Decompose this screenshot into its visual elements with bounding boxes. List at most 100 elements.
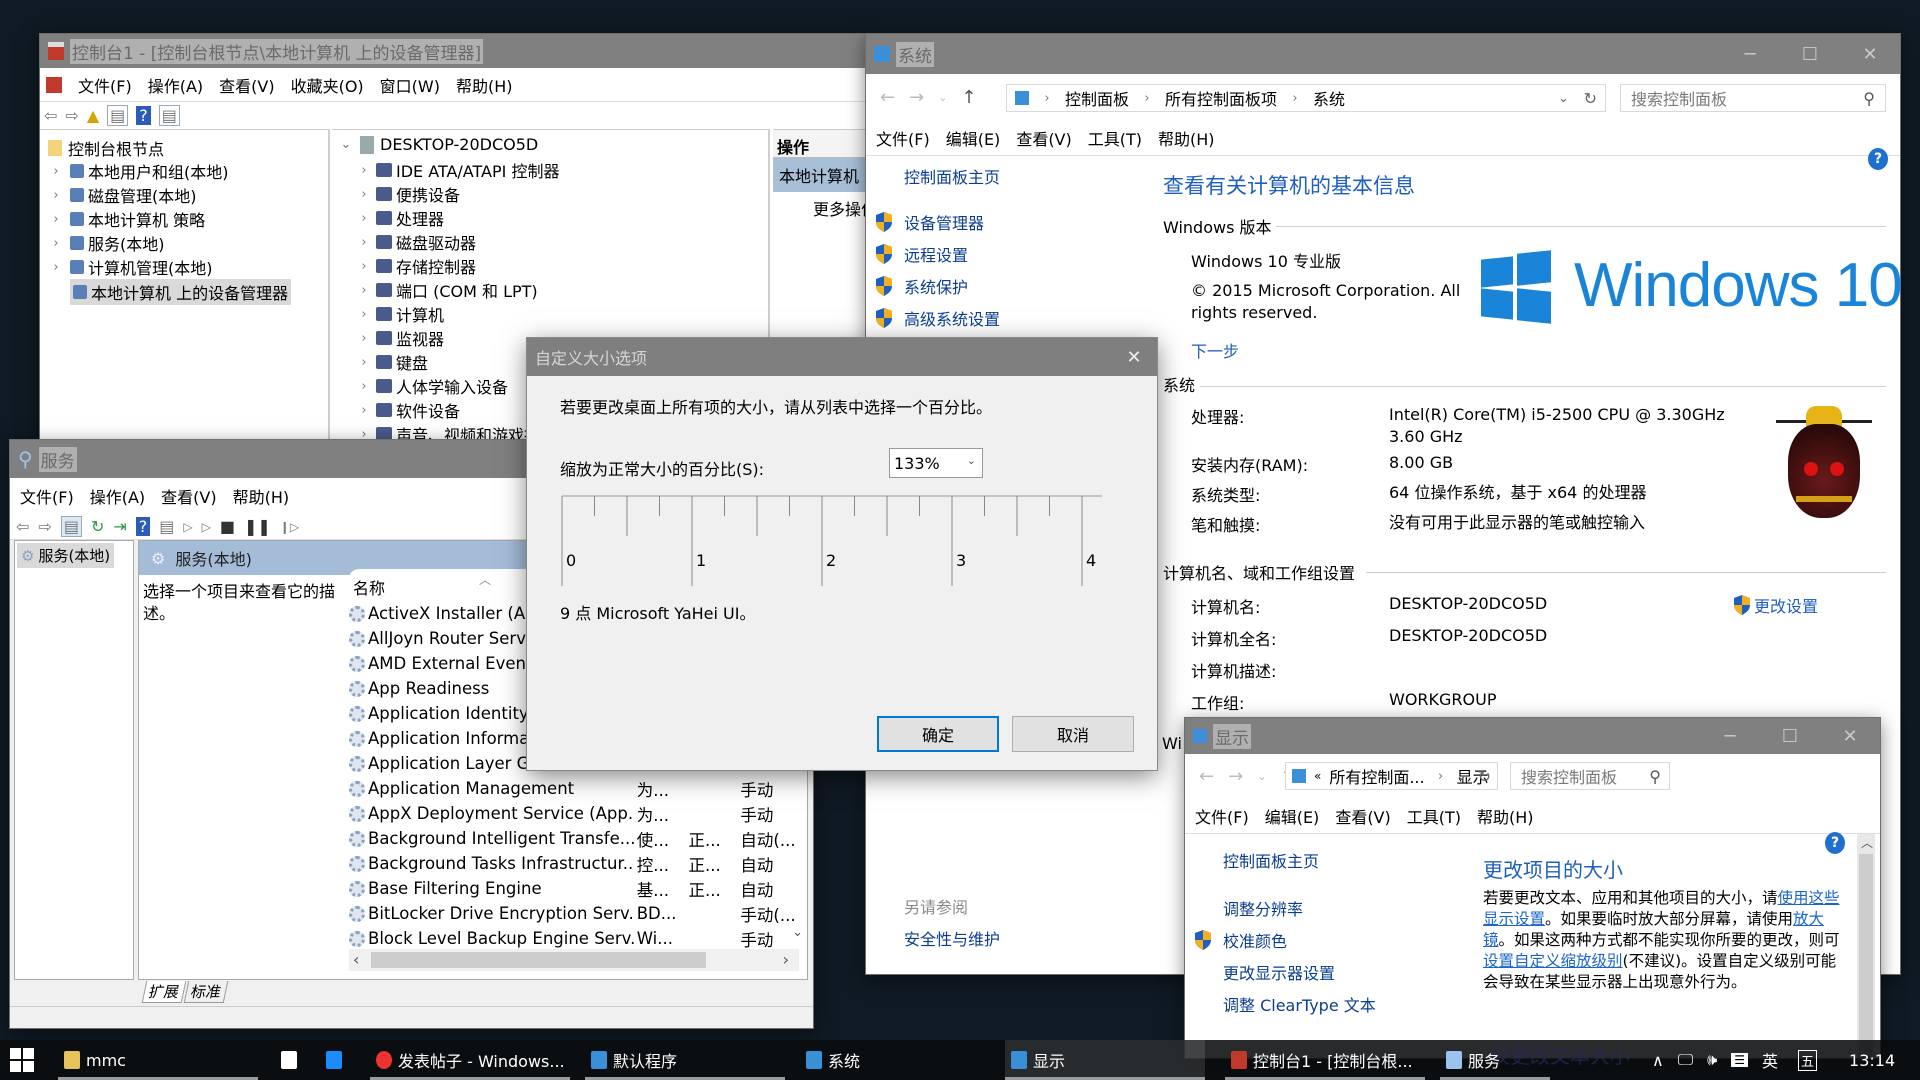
show-tree-icon[interactable]: ▤ <box>107 104 129 126</box>
device-category[interactable]: › 磁盘驱动器 <box>356 230 476 254</box>
scale-ruler[interactable]: 0 1 2 3 4 <box>560 488 1120 588</box>
tree-item[interactable]: › 本地计算机 策略 <box>48 207 205 231</box>
mmc-menu-action[interactable]: 操作(A) <box>148 73 203 97</box>
taskbar-item[interactable]: 默认程序 <box>585 1040 785 1080</box>
display-menu-file[interactable]: 文件(F) <box>1195 804 1249 828</box>
help-icon[interactable]: ? <box>135 517 151 536</box>
system-sidebar-home[interactable]: 控制面板主页 <box>904 164 1000 188</box>
system-sidebar-link[interactable]: 设备管理器 <box>874 210 984 234</box>
device-category[interactable]: › 监视器 <box>356 326 444 350</box>
system-address-bar[interactable]: › 控制面板 › 所有控制面板项 › 系统 ⌄ ↻ <box>1006 84 1606 112</box>
scroll-thumb[interactable] <box>371 952 706 968</box>
system-menu-edit[interactable]: 编辑(E) <box>946 126 1001 150</box>
scroll-up-icon[interactable]: ︿ <box>1861 834 1873 851</box>
chevron-right-icon[interactable]: › <box>356 187 372 202</box>
start-icon[interactable]: ▷ <box>183 520 192 534</box>
display-address-bar[interactable]: « 所有控制面... › 显示 ⌄ ↻ <box>1285 762 1498 790</box>
display-menu-help[interactable]: 帮助(H) <box>1477 804 1534 828</box>
dialog-titlebar[interactable]: 自定义大小选项 ✕ <box>527 338 1157 376</box>
chevron-right-icon[interactable]: › <box>356 235 372 250</box>
service-row[interactable]: BitLocker Drive Encryption Serv... BD... 手… <box>349 901 799 926</box>
service-row[interactable]: Base Filtering Engine 基... 正... 自动 <box>349 876 799 901</box>
ime-mode[interactable]: 五 <box>1798 1049 1818 1071</box>
services-menu-file[interactable]: 文件(F) <box>20 484 74 508</box>
change-settings-link[interactable]: 更改设置 <box>1732 593 1818 617</box>
service-row[interactable]: Application Management 为... 手动 <box>349 776 799 801</box>
dialog-close-button[interactable]: ✕ <box>1111 338 1157 376</box>
see-also-security[interactable]: 安全性与维护 <box>904 926 1000 950</box>
tree-item[interactable]: › 磁盘管理(本地) <box>48 183 196 207</box>
clock[interactable]: 13:14 <box>1849 1051 1895 1070</box>
breadcrumb-system[interactable]: 系统 <box>1313 86 1345 110</box>
mmc-menu-window[interactable]: 窗口(W) <box>380 73 440 97</box>
stop-icon[interactable]: ■ <box>220 517 235 536</box>
chevron-right-icon[interactable]: › <box>48 188 64 203</box>
chevron-right-icon[interactable]: › <box>356 307 372 322</box>
device-category[interactable]: › 计算机 <box>356 302 444 326</box>
chevron-right-icon[interactable]: › <box>48 212 64 227</box>
column-header-name[interactable]: 名称 <box>353 575 385 599</box>
taskbar-item[interactable] <box>275 1040 305 1080</box>
services-menu-help[interactable]: 帮助(H) <box>233 484 290 508</box>
custom-scaling-link[interactable]: 设置自定义缩放级别 <box>1483 952 1623 970</box>
tree-item[interactable]: › 本地用户和组(本地) <box>48 159 228 183</box>
tree-root[interactable]: 控制台根节点 <box>48 136 164 160</box>
chevron-right-icon[interactable]: › <box>356 331 372 346</box>
device-category[interactable]: › 端口 (COM 和 LPT) <box>356 278 537 302</box>
tab-extended[interactable]: 扩展 <box>141 981 187 1003</box>
services-tree-item[interactable]: ⚙ 服务(本地) <box>17 543 115 568</box>
action-selected[interactable]: 本地计算机 上的设备管理器 <box>773 158 866 192</box>
display-titlebar[interactable]: 显示 ─ ☐ ✕ <box>1185 718 1880 754</box>
chevron-right-icon[interactable]: › <box>356 379 372 394</box>
close-button[interactable]: ✕ <box>1840 34 1900 74</box>
action-center-icon[interactable]: ☰ <box>1731 1053 1749 1067</box>
action-more[interactable]: 更多操作 <box>773 192 866 220</box>
nav-forward-icon[interactable]: → <box>1228 766 1243 787</box>
help-icon[interactable]: ? <box>1868 148 1888 170</box>
show-action-pane-icon[interactable]: ▤ <box>158 104 180 126</box>
search-icon[interactable]: ⚲ <box>1649 767 1661 786</box>
up-folder-icon[interactable]: ▲ <box>87 106 99 125</box>
refresh-icon[interactable]: ↻ <box>1478 767 1491 786</box>
system-sidebar-link[interactable]: 远程设置 <box>874 242 968 266</box>
display-sidebar-link[interactable]: 调整分辨率 <box>1223 896 1303 920</box>
system-sidebar-link[interactable]: 高级系统设置 <box>874 306 1000 330</box>
pause-icon[interactable]: ❚❚ <box>244 517 271 536</box>
tree-item[interactable]: › 计算机管理(本地) <box>48 255 212 279</box>
help-icon[interactable]: ? <box>136 105 151 125</box>
nav-back-icon[interactable]: ← <box>1199 766 1214 787</box>
tab-standard[interactable]: 标准 <box>183 981 229 1003</box>
cancel-button[interactable]: 取消 <box>1012 716 1134 752</box>
chevron-right-icon[interactable]: › <box>48 164 64 179</box>
breadcrumb-all-items[interactable]: 所有控制面板项 <box>1165 86 1277 110</box>
device-category[interactable]: › 软件设备 <box>356 398 460 422</box>
forward-icon[interactable]: ⇨ <box>65 106 78 125</box>
ime-language[interactable]: 英 <box>1762 1048 1778 1072</box>
chevron-right-icon[interactable]: › <box>356 259 372 274</box>
back-icon[interactable]: ⇦ <box>44 106 57 125</box>
minimize-button[interactable]: ─ <box>1700 718 1760 754</box>
system-search-input[interactable]: 搜索控制面板 ⚲ <box>1620 84 1886 112</box>
service-row[interactable]: AppX Deployment Service (App... 为... 手动 <box>349 801 799 826</box>
display-sidebar-link[interactable]: 调整 ClearType 文本 <box>1223 992 1376 1016</box>
recent-chevron-icon[interactable]: ⌄ <box>938 91 947 104</box>
nav-forward-icon[interactable]: → <box>909 87 924 108</box>
nav-up-icon[interactable]: ↑ <box>961 87 976 108</box>
display-menu-view[interactable]: 查看(V) <box>1335 804 1390 828</box>
scroll-down-icon[interactable]: ⌄ <box>792 925 803 940</box>
nav-back-icon[interactable]: ← <box>880 87 895 108</box>
services-menu-action[interactable]: 操作(A) <box>90 484 145 508</box>
chevron-right-icon[interactable]: › <box>48 260 64 275</box>
chevron-right-icon[interactable]: › <box>356 163 372 178</box>
close-button[interactable]: ✕ <box>1820 718 1880 754</box>
mmc-titlebar[interactable]: 控制台1 - [控制台根节点\本地计算机 上的设备管理器] <box>40 34 866 68</box>
chevron-right-icon[interactable]: › <box>356 355 372 370</box>
breadcrumb-control-panel[interactable]: 控制面板 <box>1065 86 1129 110</box>
taskbar-item[interactable]: mmc <box>58 1040 258 1080</box>
back-icon[interactable]: ⇦ <box>16 517 29 536</box>
system-titlebar[interactable]: 系统 ─ ☐ ✕ <box>866 34 1900 74</box>
device-category[interactable]: › 人体学输入设备 <box>356 374 508 398</box>
service-row[interactable]: Background Tasks Infrastructur... 控... 正..… <box>349 851 799 876</box>
chevron-right-icon[interactable]: › <box>356 403 372 418</box>
breadcrumb-overflow-icon[interactable]: « <box>1314 769 1321 783</box>
